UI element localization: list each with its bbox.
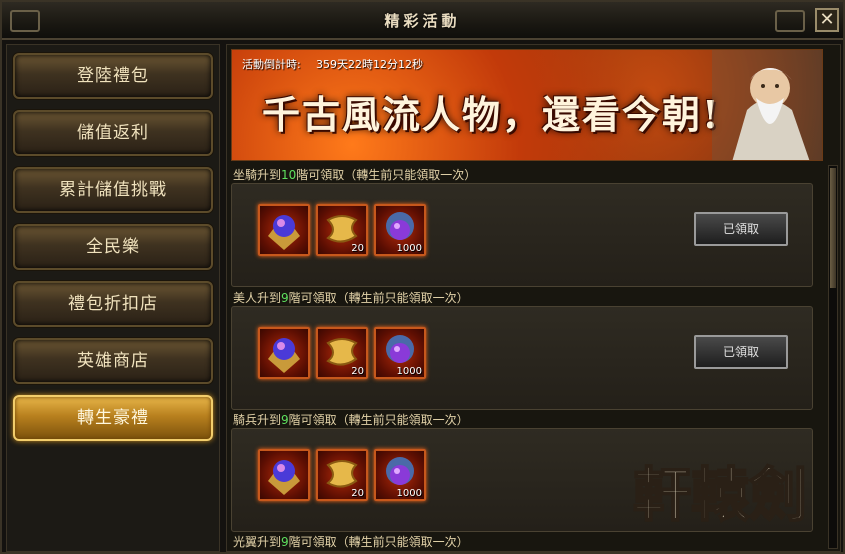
reward-1-label: 坐騎升到10階可領取（轉生前只能領取一次） [233, 166, 476, 183]
close-button[interactable]: ✕ [815, 8, 839, 32]
orb-emblem-icon [268, 338, 300, 373]
game-logo-text: 軒轅劍 [633, 461, 807, 529]
sidebar-item-discount-shop[interactable]: 禮包折扣店 [13, 281, 213, 327]
reward-1-item-gold-scroll[interactable]: 20 [316, 204, 368, 256]
countdown-value: 359天22時12分12秒 [316, 58, 423, 71]
reward-1-label-suffix: 階可領取（轉生前只能領取一次） [296, 168, 477, 182]
rewards-scrollbar[interactable] [828, 165, 838, 549]
reward-3-item-orb-emblem[interactable] [258, 449, 310, 501]
reward-3-level: 9 [281, 413, 289, 427]
reward-2-label: 美人升到9階可領取（轉生前只能領取一次） [233, 289, 469, 306]
sidebar-item-rebirth-gift[interactable]: 轉生豪禮 [13, 395, 213, 441]
reward-1-panel: 20 1000 已領取 [231, 183, 813, 287]
activity-sidebar: 登陸禮包 儲值返利 累計儲值挑戰 全民樂 禮包折扣店 英雄商店 轉生豪禮 [6, 44, 220, 552]
reward-3-item-gold-scroll[interactable]: 20 [316, 449, 368, 501]
reward-2-claimed-button[interactable]: 已領取 [694, 335, 788, 369]
reward-4-label: 光翼升到9階可領取（轉生前只能領取一次） [233, 533, 469, 550]
reward-1-item-2-qty: 20 [351, 243, 364, 254]
sidebar-item-topup-rebate[interactable]: 儲值返利 [13, 110, 213, 156]
reward-4-label-prefix: 光翼升到 [233, 535, 282, 549]
reward-1-item-purple-gem[interactable]: 1000 [374, 204, 426, 256]
reward-2-label-prefix: 美人升到 [233, 291, 282, 305]
activity-window: 精彩活動 ✕ 登陸禮包 儲值返利 累計儲值挑戰 全民樂 禮包折扣店 英雄商店 轉… [0, 0, 845, 554]
reward-3-label: 騎兵升到9階可領取（轉生前只能領取一次） [233, 411, 469, 428]
game-logo: 軒轅劍 [632, 460, 807, 530]
main-panel: 活動倒計時: 359天22時12分12秒 千古風流人物，還看今朝! 坐騎升到10… [226, 44, 841, 552]
orb-emblem-icon [268, 215, 300, 250]
reward-3-item-2-qty: 20 [351, 488, 364, 499]
sidebar-item-all-fun[interactable]: 全民樂 [13, 224, 213, 270]
reward-2-item-2-qty: 20 [351, 366, 364, 377]
reward-1-claimed-button[interactable]: 已領取 [694, 212, 788, 246]
title-bar: 精彩活動 ✕ [2, 2, 843, 40]
sidebar-item-login-gift[interactable]: 登陸禮包 [13, 53, 213, 99]
reward-2-item-purple-gem[interactable]: 1000 [374, 327, 426, 379]
reward-2-item-3-qty: 1000 [396, 366, 422, 377]
reward-4-level: 9 [281, 535, 289, 549]
scroll-thumb[interactable] [830, 168, 836, 288]
sage-portrait-icon [712, 50, 822, 160]
countdown-label: 活動倒計時: [242, 58, 301, 71]
reward-3-label-suffix: 階可領取（轉生前只能領取一次） [288, 413, 469, 427]
reward-1-level: 10 [281, 168, 297, 182]
reward-4-label-suffix: 階可領取（轉生前只能領取一次） [288, 535, 469, 549]
reward-1-label-prefix: 坐騎升到 [233, 168, 282, 182]
reward-1-item-orb-emblem[interactable] [258, 204, 310, 256]
reward-2-item-gold-scroll[interactable]: 20 [316, 327, 368, 379]
title-ornament-right [775, 10, 805, 32]
orb-emblem-icon [268, 460, 300, 495]
reward-2-label-suffix: 階可領取（轉生前只能領取一次） [288, 291, 469, 305]
reward-2-item-orb-emblem[interactable] [258, 327, 310, 379]
sidebar-item-hero-shop[interactable]: 英雄商店 [13, 338, 213, 384]
event-banner: 活動倒計時: 359天22時12分12秒 千古風流人物，還看今朝! [231, 49, 823, 161]
banner-slogan: 千古風流人物，還看今朝! [262, 92, 721, 137]
reward-3-item-3-qty: 1000 [396, 488, 422, 499]
reward-3-item-purple-gem[interactable]: 1000 [374, 449, 426, 501]
reward-1-item-3-qty: 1000 [396, 243, 422, 254]
reward-2-level: 9 [281, 291, 289, 305]
sidebar-item-cumulative-topup[interactable]: 累計儲值挑戰 [13, 167, 213, 213]
window-title: 精彩活動 [384, 12, 461, 30]
reward-3-label-prefix: 騎兵升到 [233, 413, 282, 427]
reward-2-panel: 20 1000 已領取 [231, 306, 813, 410]
